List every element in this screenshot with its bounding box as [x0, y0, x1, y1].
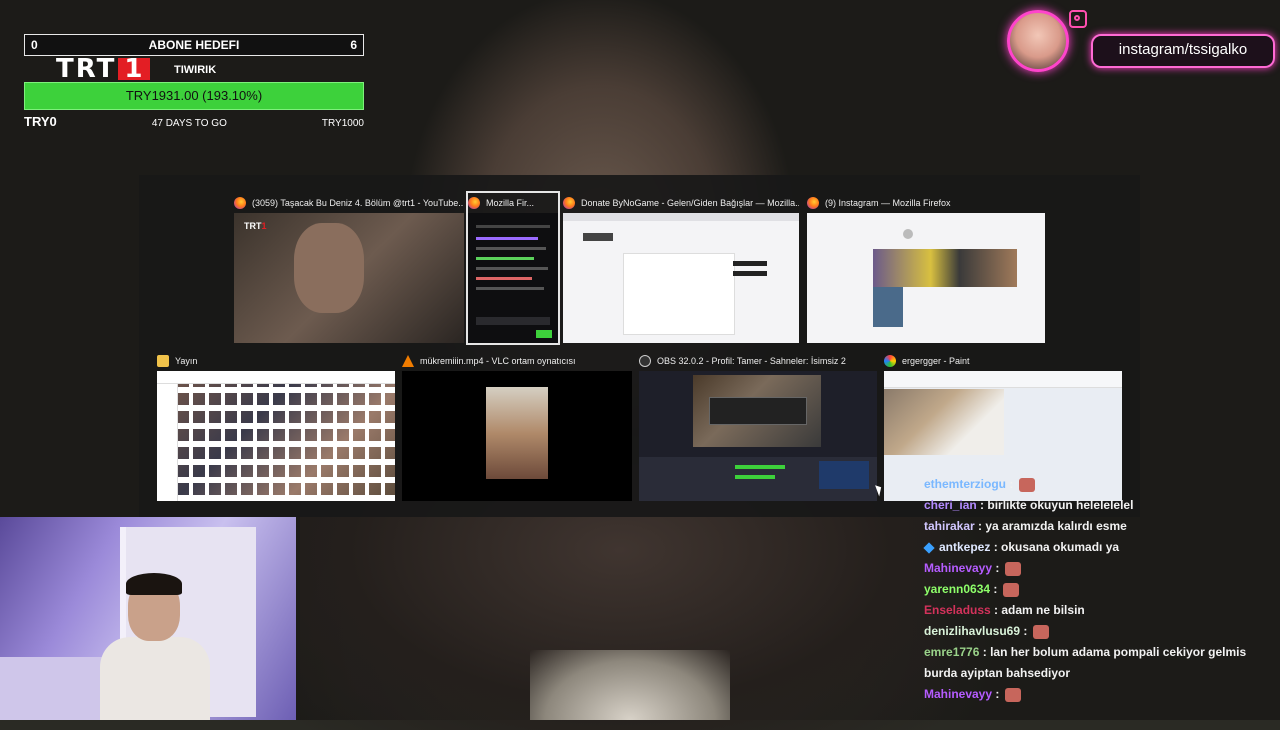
goal-current-count: 6	[350, 38, 357, 52]
window-obs-studio[interactable]: OBS 32.0.2 - Profil: Tamer - Sahneler: İ…	[639, 351, 877, 501]
firefox-icon	[468, 197, 480, 209]
instagram-handle: instagram/tssigalko	[1091, 34, 1275, 68]
instagram-icon	[1069, 10, 1087, 28]
chat-emote-icon	[1002, 582, 1019, 597]
chat-emote-icon	[1032, 624, 1049, 639]
goal-min-label: TRY0	[24, 114, 57, 129]
chat-badge-icon	[923, 542, 935, 554]
chat-username: ethemterziogu	[924, 477, 1007, 491]
chat-message: Mahinevayy :	[924, 558, 1274, 579]
window-switcher: (3059) Taşacak Bu Deniz 4. Bölüm @trt1 -…	[139, 175, 1140, 517]
chat-message-text: ya aramızda kalırdı esme	[985, 519, 1127, 533]
firefox-icon	[807, 197, 819, 209]
streamer-figure	[100, 573, 210, 720]
window-title: Donate ByNoGame - Gelen/Giden Bağışlar —…	[581, 198, 799, 208]
goal-header: 0 ABONE HEDEFI 6	[24, 34, 364, 56]
window-youtube-firefox[interactable]: (3059) Taşacak Bu Deniz 4. Bölüm @trt1 -…	[234, 193, 464, 343]
window-title: mükremiiin.mp4 - VLC ortam oynatıcısı	[420, 356, 576, 366]
chat-username: yarenn0634	[924, 582, 991, 596]
window-thumbnail	[402, 371, 632, 501]
subscriber-goal-widget: 0 ABONE HEDEFI 6 TRT 1 TIWIRIK TRY1931.00…	[24, 34, 364, 129]
window-title: Yayın	[175, 356, 198, 366]
chat-username: cheri_ian	[924, 498, 977, 512]
goal-days-label: 47 DAYS TO GO	[151, 118, 227, 129]
chat-username: Mahinevayy	[924, 687, 993, 701]
chat-message: Enseladuss : adam ne bilsin	[924, 603, 1085, 617]
chat-message: cheri_ian : birlikte okuyun helelelelel	[924, 498, 1134, 512]
instagram-widget: instagram/tssigalko	[1005, 8, 1275, 74]
chat-message: emre1776 : lan her bolum adama pompali c…	[924, 645, 1247, 680]
window-chat-firefox[interactable]: Mozilla Fir...	[466, 191, 560, 345]
goal-title: ABONE HEDEFI	[148, 38, 240, 52]
chat-message: tahirakar : ya aramızda kalırdı esme	[924, 519, 1127, 533]
chat-message: yarenn0634 :	[924, 579, 1274, 600]
window-thumbnail	[157, 371, 395, 501]
folder-icon	[157, 355, 169, 367]
goal-progress-bar: TRY1931.00 (193.10%)	[24, 82, 364, 110]
chat-emote-icon	[1004, 687, 1021, 702]
chat-message-text: okusana okumadı ya	[1001, 540, 1120, 554]
chat-message-text: birlikte okuyun helelelelel	[987, 498, 1134, 512]
window-file-explorer[interactable]: Yayın	[157, 351, 395, 501]
video-figure-shirt	[530, 650, 730, 720]
window-thumbnail	[468, 213, 558, 343]
window-thumbnail	[639, 371, 877, 501]
obs-icon	[639, 355, 651, 367]
goal-start-count: 0	[31, 38, 38, 52]
window-thumbnail	[807, 213, 1045, 343]
trt1-logo: TRT 1	[56, 56, 151, 82]
chat-username: denizlihavlusu69	[924, 624, 1021, 638]
chat-emote-icon	[1004, 561, 1021, 576]
chat-message: antkepez : okusana okumadı ya	[923, 537, 1274, 558]
window-thumbnail	[563, 213, 799, 343]
chat-username: Mahinevayy	[924, 561, 993, 575]
chat-emote-icon	[1018, 477, 1035, 492]
goal-progress-labels: TRY0 47 DAYS TO GO TRY1000	[24, 114, 364, 129]
chat-username: Enseladuss	[924, 603, 991, 617]
window-title: Mozilla Fir...	[486, 198, 535, 208]
streamer-avatar	[1007, 10, 1069, 72]
paint-icon	[884, 355, 896, 367]
trt1-watermark: TRT1	[244, 221, 267, 231]
chat-overlay: ethemterziogu : cheri_ian : birlikte oku…	[923, 474, 1274, 705]
webcam-overlay	[0, 517, 296, 720]
chat-message: Mahinevayy :	[924, 684, 1274, 705]
chat-message-text: adam ne bilsin	[1001, 603, 1085, 617]
window-title: ergergger - Paint	[902, 356, 970, 366]
window-donate-firefox[interactable]: Donate ByNoGame - Gelen/Giden Bağışlar —…	[563, 193, 799, 343]
chat-message: ethemterziogu :	[924, 474, 1274, 495]
window-title: (3059) Taşacak Bu Deniz 4. Bölüm @trt1 -…	[252, 198, 464, 208]
chat-username: emre1776	[924, 645, 980, 659]
channel-tag: TIWIRIK	[174, 64, 217, 76]
window-instagram-firefox[interactable]: (9) Instagram — Mozilla Firefox	[807, 193, 1045, 343]
window-title: OBS 32.0.2 - Profil: Tamer - Sahneler: İ…	[657, 356, 846, 366]
window-title: (9) Instagram — Mozilla Firefox	[825, 198, 951, 208]
goal-max-label: TRY1000	[321, 118, 364, 129]
channel-logo-row: TRT 1 TIWIRIK	[24, 56, 364, 82]
chat-message: denizlihavlusu69 :	[924, 621, 1274, 642]
firefox-icon	[234, 197, 246, 209]
firefox-icon	[563, 197, 575, 209]
chat-username: tahirakar	[924, 519, 975, 533]
window-vlc-player[interactable]: mükremiiin.mp4 - VLC ortam oynatıcısı	[402, 351, 632, 501]
chat-username: antkepez	[939, 540, 991, 554]
vlc-icon	[402, 355, 414, 367]
window-thumbnail: TRT1	[234, 213, 464, 343]
